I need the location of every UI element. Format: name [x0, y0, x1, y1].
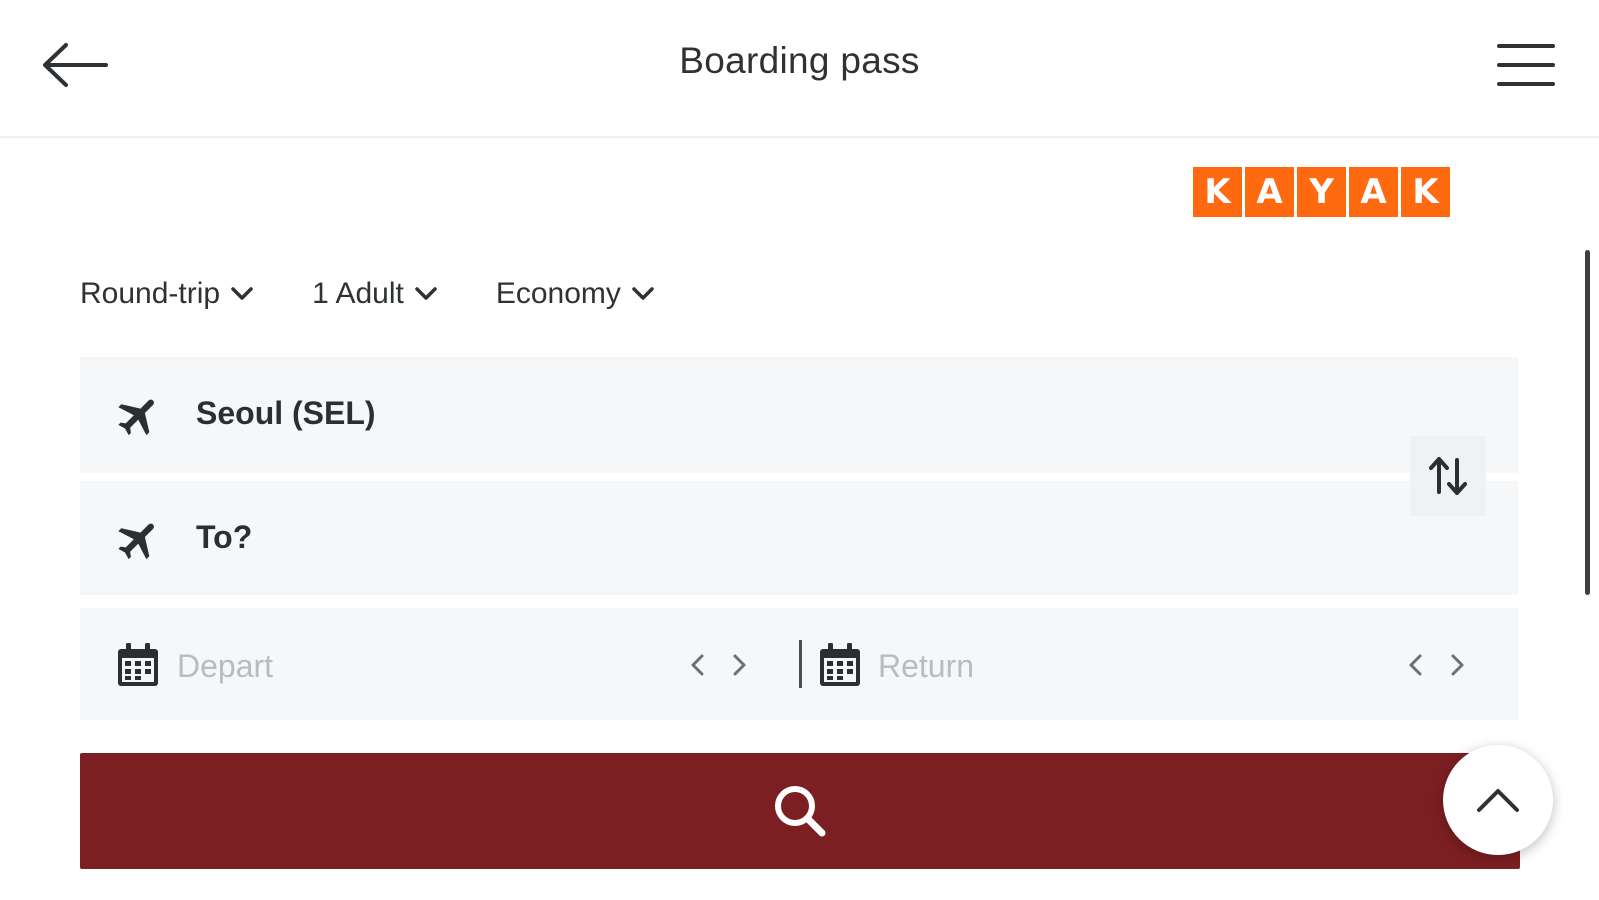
return-placeholder: Return — [878, 648, 975, 684]
cabin-class-label: Economy — [495, 277, 621, 310]
travelers-label: 1 Adult — [312, 277, 404, 310]
scroll-to-top-button[interactable] — [1443, 745, 1553, 855]
chevron-right-icon[interactable] — [725, 650, 753, 680]
trip-type-dropdown[interactable]: Round-trip — [80, 277, 254, 311]
chevron-down-icon — [231, 287, 253, 300]
chevron-left-icon[interactable] — [684, 650, 712, 680]
page-title: Boarding pass — [679, 40, 920, 81]
chevron-left-icon[interactable] — [1402, 650, 1430, 680]
logo-letter: K — [1193, 167, 1242, 217]
chevron-down-icon — [632, 287, 654, 300]
search-icon — [775, 786, 826, 837]
travelers-dropdown[interactable]: 1 Adult — [312, 277, 438, 311]
logo-letter: Y — [1297, 167, 1346, 217]
chevron-up-icon — [1477, 789, 1519, 812]
destination-value: To? — [196, 519, 253, 555]
calendar-icon — [118, 643, 158, 686]
swap-vertical-icon — [1429, 457, 1467, 495]
logo-letter: A — [1349, 167, 1398, 217]
plane-icon — [118, 523, 154, 560]
app-header: Boarding pass — [0, 0, 1599, 138]
chevron-right-icon[interactable] — [1443, 650, 1471, 680]
menu-button[interactable] — [1496, 40, 1556, 90]
trip-options: Round-trip 1 Adult Economy — [80, 272, 713, 316]
origin-field[interactable]: Seoul (SEL) — [80, 357, 1518, 473]
calendar-icon — [820, 643, 860, 686]
depart-placeholder: Depart — [177, 648, 274, 684]
chevron-down-icon — [415, 287, 437, 300]
scrollbar[interactable] — [1585, 250, 1590, 595]
hamburger-menu-icon — [1497, 44, 1555, 86]
logo-letter: A — [1245, 167, 1294, 217]
trip-type-label: Round-trip — [80, 277, 221, 310]
cabin-class-dropdown[interactable]: Economy — [496, 277, 655, 311]
plane-icon — [118, 399, 154, 436]
search-button[interactable] — [80, 753, 1520, 869]
swap-button[interactable] — [1410, 436, 1486, 516]
depart-date-picker[interactable]: Depart — [80, 608, 800, 720]
return-date-picker[interactable]: Return — [800, 608, 1518, 720]
destination-field[interactable]: To? — [80, 481, 1518, 595]
origin-value: Seoul (SEL) — [196, 395, 376, 431]
dates-field: Depart Return — [80, 608, 1518, 720]
kayak-logo: K A Y A K — [1193, 167, 1450, 217]
logo-letter: K — [1401, 167, 1450, 217]
